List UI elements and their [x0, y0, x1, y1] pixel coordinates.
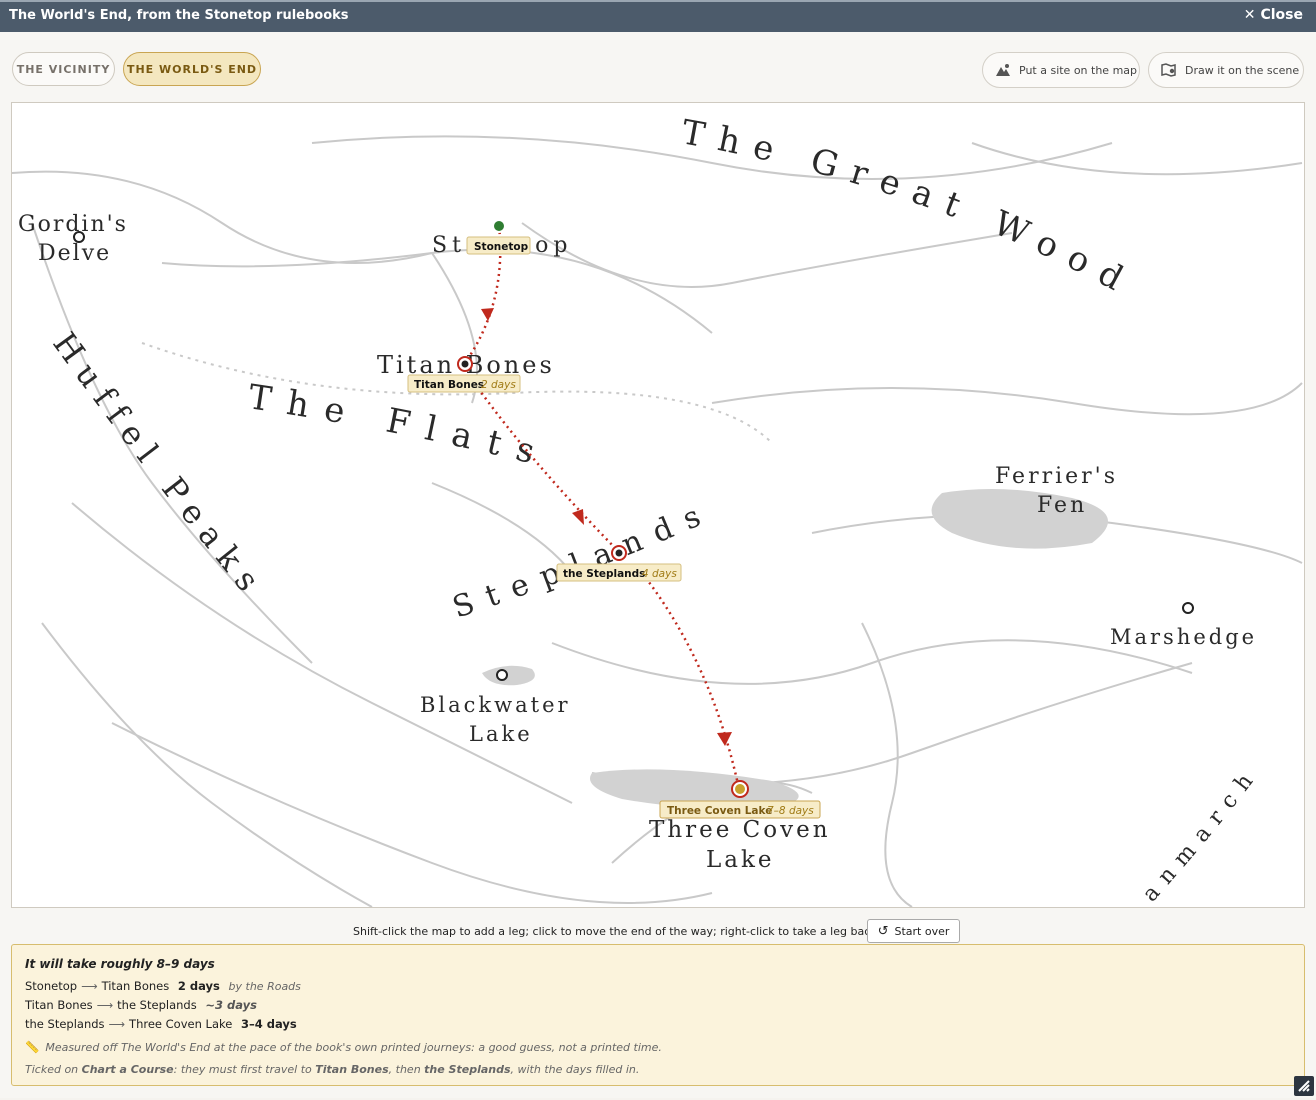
arrow-right-icon: ⟶: [108, 1017, 126, 1031]
map-label-great-wood: The Great Wood: [679, 112, 1142, 305]
close-button[interactable]: ✕ Close: [1244, 7, 1308, 23]
site-marker-blackwater-lake[interactable]: [496, 669, 508, 681]
leg-note: by the Roads: [228, 980, 301, 993]
leg-days: 3–4 days: [240, 1017, 297, 1031]
ruler-icon: 📏: [25, 1040, 40, 1054]
measured-note: Measured off The World's End at the pace…: [45, 1041, 662, 1054]
put-site-button[interactable]: Put a site on the map: [982, 52, 1140, 88]
stop-tag-stonetop: Stonetop: [466, 236, 531, 255]
stop-tag-name: Three Coven Lake: [667, 805, 772, 817]
ticked-note: Ticked on Chart a Course: they must firs…: [25, 1063, 639, 1076]
leg-from: the Steplands: [25, 1017, 105, 1031]
map-label-anmarch: anmarch: [1138, 762, 1264, 907]
stop-tag-titan-bones: Titan Bones 2 days: [407, 374, 521, 393]
map-label-huffel-peaks: Huffel Peaks: [45, 325, 273, 606]
stop-tag-days: 7–8 days: [767, 805, 814, 817]
route-arrow-3: [717, 732, 732, 746]
ticked-move: Chart a Course: [81, 1063, 174, 1076]
map-label-ferriers-1: Ferrier's: [995, 464, 1118, 489]
leg-to: the Steplands: [117, 998, 197, 1012]
leg-to: Three Coven Lake: [129, 1017, 233, 1031]
route-end-marker[interactable]: [735, 784, 745, 794]
mountain-pin-icon: [996, 64, 1010, 76]
put-site-label: Put a site on the map: [1019, 63, 1138, 77]
arrow-right-icon: ⟶: [96, 998, 114, 1012]
leg-from: Stonetop: [25, 979, 78, 993]
stop-tag-name: the Steplands: [563, 568, 645, 580]
start-over-button[interactable]: ↺ Start over: [867, 919, 960, 943]
leg-days: 2 days: [177, 979, 220, 993]
tab-the-vicinity[interactable]: THE VICINITY: [12, 52, 115, 86]
static-sites: [73, 231, 1194, 681]
stop-tag-days: 4 days: [642, 568, 677, 580]
route-stop-marker-titan-bones[interactable]: [461, 360, 469, 368]
map-label-marshedge: Marshedge: [1110, 625, 1257, 649]
start-over-label: Start over: [894, 924, 950, 938]
draw-scene-label: Draw it on the scene: [1185, 63, 1300, 77]
ticked-prefix: Ticked on: [25, 1063, 82, 1076]
leg-to: Titan Bones: [101, 979, 170, 993]
ticked-stop-1: Titan Bones: [315, 1063, 389, 1076]
journey-summary: It will take roughly 8–9 days Stonetop ⟶ T…: [11, 944, 1305, 1086]
journey-leg: Stonetop ⟶ Titan Bones 2 days by the Roads: [25, 979, 301, 993]
route-arrow-1: [481, 308, 494, 321]
journey-leg: Titan Bones ⟶ the Steplands ~3 days: [25, 998, 257, 1012]
map-label-three-coven-2: Lake: [706, 847, 775, 873]
close-icon: ✕: [1243, 7, 1256, 23]
tab-the-worlds-end[interactable]: THE WORLD'S END: [123, 52, 261, 86]
leg-from: Titan Bones: [25, 998, 93, 1012]
site-marker-gordins-delve[interactable]: [73, 231, 85, 243]
map-label-steplands: Steplands: [448, 494, 718, 626]
stop-tag-days: 2 days: [481, 379, 516, 391]
world-map[interactable]: The Great Wood Huffel Peaks The Flats St…: [11, 102, 1305, 908]
arrow-right-icon: ⟶: [81, 979, 98, 993]
stop-tag-name: Titan Bones: [414, 379, 484, 391]
undo-icon: ↺: [877, 923, 889, 939]
map-draw-icon: [1161, 63, 1176, 77]
stop-tag-three-coven-lake: Three Coven Lake 7–8 days: [659, 800, 821, 819]
journey-headline: It will take roughly 8–9 days: [25, 957, 215, 971]
map-label-gordins-1: Gordin's: [18, 212, 128, 237]
measured-note-row: 📏 Measured off The World's End at the pac…: [25, 1040, 662, 1054]
map-label-three-coven-1: Three Coven: [649, 817, 831, 843]
route-leg-2: [476, 387, 619, 552]
window-title: The World's End, from the Stonetop ruleb…: [9, 8, 349, 23]
resize-icon: [1298, 1080, 1310, 1092]
ticked-then: , then: [388, 1063, 425, 1076]
close-label: Close: [1260, 7, 1303, 23]
journey-leg: the Steplands ⟶ Three Coven Lake 3–4 days: [25, 1017, 297, 1031]
stop-tag-steplands: the Steplands 4 days: [556, 563, 682, 582]
map-label-blackwater-2: Lake: [469, 722, 533, 746]
leg-days: ~3 days: [205, 998, 257, 1012]
map-canvas[interactable]: The Great Wood Huffel Peaks The Flats St…: [12, 103, 1304, 907]
resize-handle[interactable]: [1294, 1076, 1314, 1096]
route-leg-3: [641, 572, 741, 790]
route-arrow-2: [572, 509, 584, 525]
window-titlebar: The World's End, from the Stonetop ruleb…: [0, 0, 1316, 32]
lakes: [482, 489, 1108, 809]
ticked-suffix: , with the days filled in.: [510, 1063, 640, 1076]
ticked-stop-2: the Steplands: [424, 1063, 511, 1076]
route-start-marker[interactable]: [492, 219, 506, 233]
site-marker-marshedge[interactable]: [1182, 602, 1194, 614]
map-label-gordins-2: Delve: [38, 241, 111, 266]
map-label-blackwater-1: Blackwater: [420, 693, 571, 717]
stop-tag-name: Stonetop: [474, 241, 529, 253]
ticked-middle: : they must first travel to: [173, 1063, 316, 1076]
route-stop-marker-steplands[interactable]: [615, 549, 623, 557]
map-hint: Shift-click the map to add a leg; click …: [353, 925, 881, 938]
map-label-ferriers-2: Fen: [1037, 493, 1087, 518]
draw-scene-button[interactable]: Draw it on the scene: [1148, 52, 1304, 88]
